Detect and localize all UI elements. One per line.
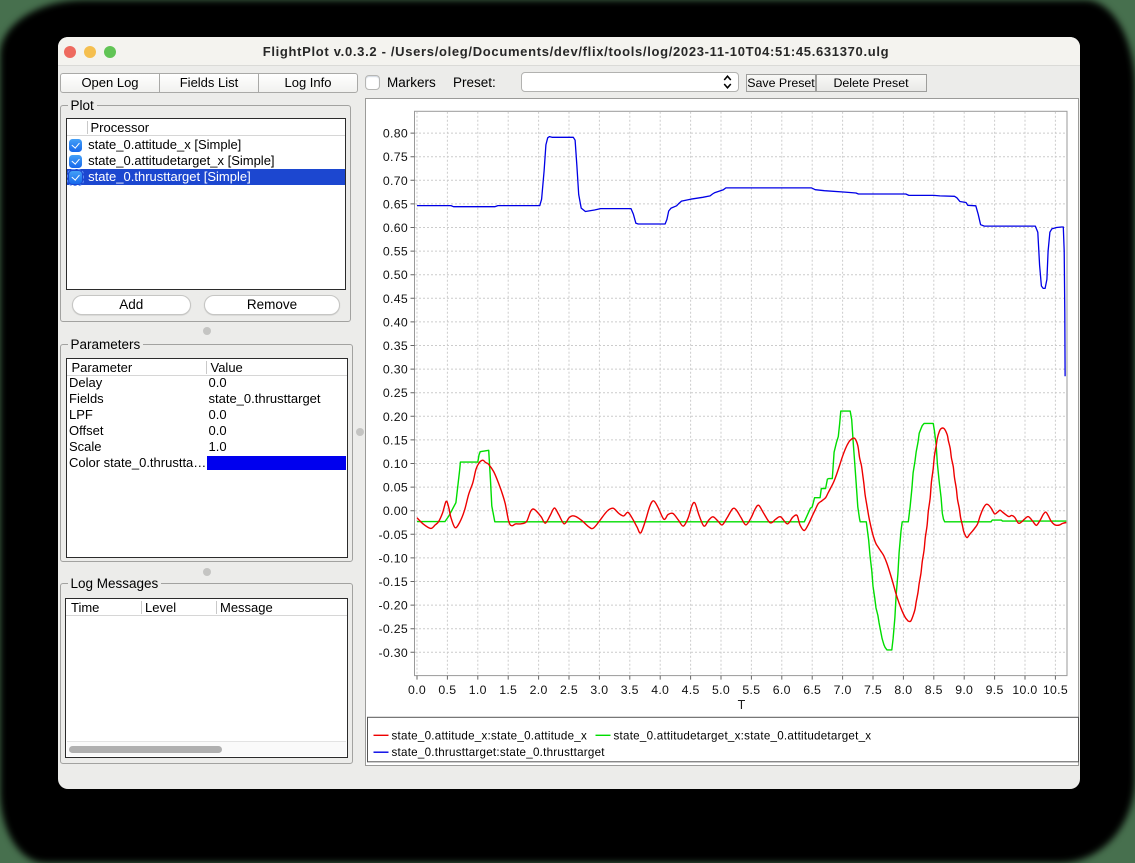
svg-text:6.0: 6.0 — [772, 683, 790, 697]
svg-text:0.45: 0.45 — [382, 291, 407, 305]
svg-text:6.5: 6.5 — [803, 683, 821, 697]
svg-text:0.80: 0.80 — [382, 126, 407, 140]
svg-text:1.0: 1.0 — [468, 683, 486, 697]
svg-text:2.5: 2.5 — [560, 683, 578, 697]
svg-text:-0.10: -0.10 — [378, 551, 408, 565]
svg-text:state_0.attitude_x:state_0.att: state_0.attitude_x:state_0.attitude_x — [391, 729, 587, 742]
svg-text:state_0.attitudetarget_x:state: state_0.attitudetarget_x:state_0.attitud… — [613, 729, 871, 742]
svg-text:0.35: 0.35 — [382, 339, 407, 353]
svg-text:0.30: 0.30 — [382, 362, 407, 376]
svg-text:7.0: 7.0 — [833, 683, 851, 697]
svg-text:8.0: 8.0 — [894, 683, 912, 697]
svg-text:0.65: 0.65 — [382, 197, 407, 211]
svg-text:5.5: 5.5 — [742, 683, 760, 697]
svg-text:0.20: 0.20 — [382, 409, 407, 423]
svg-text:0.5: 0.5 — [438, 683, 456, 697]
svg-text:0.60: 0.60 — [382, 221, 407, 235]
svg-text:8.5: 8.5 — [924, 683, 942, 697]
svg-text:-0.25: -0.25 — [378, 622, 408, 636]
svg-text:4.5: 4.5 — [681, 683, 699, 697]
svg-text:9.0: 9.0 — [955, 683, 973, 697]
svg-text:3.0: 3.0 — [590, 683, 608, 697]
svg-text:4.0: 4.0 — [651, 683, 669, 697]
svg-text:2.0: 2.0 — [529, 683, 547, 697]
svg-text:-0.30: -0.30 — [378, 645, 408, 659]
svg-text:3.5: 3.5 — [620, 683, 638, 697]
svg-text:state_0.thrusttarget:state_0.t: state_0.thrusttarget:state_0.thrusttarge… — [391, 746, 605, 759]
svg-text:T: T — [737, 698, 745, 712]
svg-text:-0.05: -0.05 — [378, 527, 408, 541]
svg-text:7.5: 7.5 — [864, 683, 882, 697]
svg-text:-0.20: -0.20 — [378, 598, 408, 612]
svg-text:0.40: 0.40 — [382, 315, 407, 329]
svg-text:0.10: 0.10 — [382, 457, 407, 471]
svg-text:0.25: 0.25 — [382, 386, 407, 400]
svg-text:0.0: 0.0 — [408, 683, 426, 697]
svg-text:1.5: 1.5 — [499, 683, 517, 697]
svg-text:0.50: 0.50 — [382, 268, 407, 282]
svg-text:0.15: 0.15 — [382, 433, 407, 447]
svg-text:10.0: 10.0 — [1012, 683, 1037, 697]
svg-text:5.0: 5.0 — [712, 683, 730, 697]
svg-text:-0.15: -0.15 — [378, 575, 408, 589]
svg-text:10.5: 10.5 — [1042, 683, 1067, 697]
svg-text:0.70: 0.70 — [382, 173, 407, 187]
svg-text:9.5: 9.5 — [985, 683, 1003, 697]
svg-text:0.00: 0.00 — [382, 504, 407, 518]
svg-text:0.05: 0.05 — [382, 480, 407, 494]
svg-text:0.55: 0.55 — [382, 244, 407, 258]
svg-text:0.75: 0.75 — [382, 150, 407, 164]
